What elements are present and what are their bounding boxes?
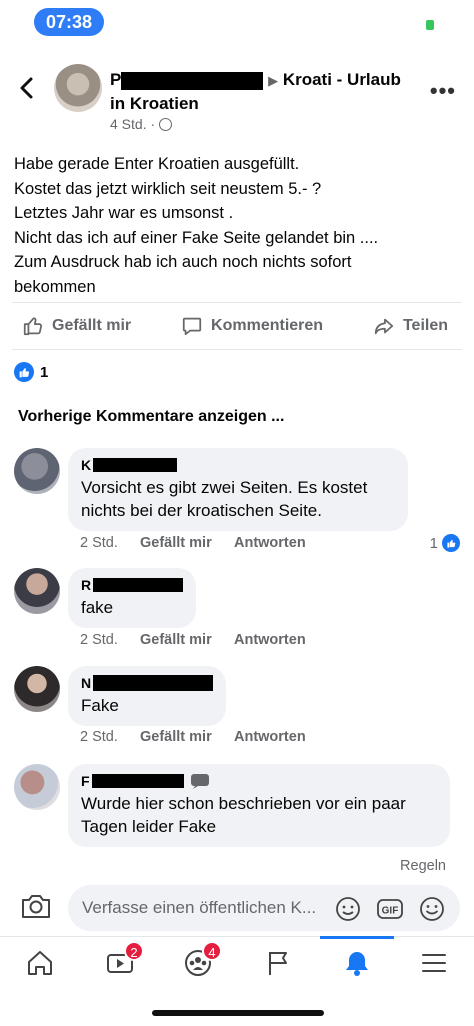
share-label: Teilen bbox=[402, 317, 448, 334]
comment: N Fake 2 Std. Gefällt mir Antworten bbox=[0, 666, 474, 746]
comment: F Wurde hier schon beschrieben vor ein p… bbox=[0, 764, 474, 847]
battery-icon bbox=[426, 20, 434, 30]
comment-bubble: K Vorsicht es gibt zwei Seiten. Es koste… bbox=[68, 448, 408, 531]
post-meta: 4 Std. · bbox=[110, 116, 173, 132]
comment-text: Wurde hier schon beschrieben vor ein paa… bbox=[81, 794, 406, 836]
comment-label: Kommentieren bbox=[211, 317, 324, 334]
emoji-icon[interactable] bbox=[418, 895, 446, 923]
share-button[interactable]: Teilen bbox=[373, 315, 448, 337]
redacted-name bbox=[91, 774, 184, 788]
post-time: 4 Std. · bbox=[110, 116, 156, 132]
redacted-name bbox=[93, 458, 178, 472]
commenter-name[interactable]: K bbox=[81, 456, 395, 474]
comment-time: 2 Std. bbox=[80, 632, 118, 648]
like-label: Gefällt mir bbox=[52, 317, 132, 334]
share-icon bbox=[374, 318, 394, 335]
comment: R fake 2 Std. Gefällt mir Antworten bbox=[0, 568, 474, 648]
redacted-name bbox=[93, 578, 183, 592]
globe-icon bbox=[159, 118, 173, 131]
like-reaction-icon bbox=[442, 534, 460, 552]
like-button[interactable]: Gefällt mir bbox=[22, 315, 131, 337]
commenter-avatar[interactable] bbox=[14, 764, 60, 810]
comment-reaction[interactable]: 1 bbox=[430, 534, 460, 552]
redacted-name bbox=[121, 71, 264, 90]
commenter-name[interactable]: F bbox=[81, 772, 437, 790]
svg-text:GIF: GIF bbox=[382, 906, 399, 917]
comment-reply-button[interactable]: Antworten bbox=[234, 632, 306, 648]
comment-bubble: F Wurde hier schon beschrieben vor ein p… bbox=[68, 764, 450, 847]
group-badge-icon bbox=[190, 774, 209, 789]
post-actions: Gefällt mir Kommentieren Teilen bbox=[12, 302, 462, 350]
comment-meta: 2 Std. Gefällt mir Antworten bbox=[80, 535, 306, 551]
comment-meta: 2 Std. Gefällt mir Antworten bbox=[80, 729, 306, 745]
comment-composer: Verfasse einen öffentlichen K... GIF bbox=[0, 882, 474, 934]
menu-icon bbox=[422, 954, 446, 972]
avatar-sticker-icon[interactable] bbox=[334, 895, 362, 923]
triangle-icon: ▶ bbox=[268, 73, 279, 88]
commenter-name[interactable]: R bbox=[81, 576, 183, 594]
status-time: 07:38 bbox=[34, 8, 104, 36]
author-avatar[interactable] bbox=[54, 64, 102, 112]
post-header: P ▶ Kroati - Urlaub in Kroatien 4 Std. ·… bbox=[0, 58, 474, 142]
gif-icon[interactable]: GIF bbox=[376, 895, 404, 923]
tab-notifications[interactable] bbox=[339, 945, 375, 981]
comment-text: Vorsicht es gibt zwei Seiten. Es kostet … bbox=[81, 478, 368, 520]
comment-meta: 2 Std. Gefällt mir Antworten bbox=[80, 632, 306, 648]
home-indicator bbox=[152, 1010, 324, 1016]
comment-time: 2 Std. bbox=[80, 535, 118, 551]
author-initial[interactable]: P bbox=[110, 70, 121, 89]
group-name-line2[interactable]: in Kroatien bbox=[110, 94, 199, 113]
commenter-avatar[interactable] bbox=[14, 568, 60, 614]
tab-groups[interactable]: 4 bbox=[180, 941, 222, 981]
like-reaction-icon bbox=[14, 362, 34, 382]
reaction-summary[interactable]: 1 bbox=[14, 362, 48, 382]
home-icon bbox=[28, 951, 52, 975]
previous-comments-link[interactable]: Vorherige Kommentare anzeigen ... bbox=[18, 408, 284, 426]
bottom-tab-bar: 2 4 bbox=[0, 936, 474, 990]
comment-input-placeholder: Verfasse einen öffentlichen K... bbox=[82, 898, 317, 917]
comment-text: fake bbox=[81, 598, 114, 617]
reaction-count: 1 bbox=[40, 363, 49, 381]
thumbs-up-icon bbox=[23, 317, 43, 336]
groups-badge: 4 bbox=[202, 941, 222, 961]
active-tab-indicator bbox=[320, 936, 394, 939]
tab-home[interactable] bbox=[22, 945, 58, 981]
tab-menu[interactable] bbox=[416, 945, 452, 981]
post-text: Habe gerade Enter Kroatien ausgefüllt. K… bbox=[14, 155, 379, 296]
comment-icon bbox=[182, 317, 202, 336]
flag-icon bbox=[269, 952, 287, 975]
comment-input[interactable]: Verfasse einen öffentlichen K... GIF bbox=[68, 885, 460, 931]
comment-like-button[interactable]: Gefällt mir bbox=[140, 729, 234, 745]
comment-like-button[interactable]: Gefällt mir bbox=[140, 535, 234, 551]
tab-pages[interactable] bbox=[260, 945, 296, 981]
video-badge: 2 bbox=[124, 941, 144, 961]
group-name[interactable]: Kroati - Urlaub bbox=[283, 70, 401, 89]
bell-icon bbox=[346, 952, 368, 976]
camera-icon[interactable] bbox=[20, 892, 52, 920]
tab-video[interactable]: 2 bbox=[102, 941, 144, 981]
comment-bubble: R fake bbox=[68, 568, 196, 628]
comment-reply-button[interactable]: Antworten bbox=[234, 535, 306, 551]
more-options-icon[interactable]: ••• bbox=[430, 78, 456, 104]
comment-reaction-count: 1 bbox=[429, 534, 438, 552]
comment-text: Fake bbox=[81, 696, 119, 715]
comment-like-button[interactable]: Gefällt mir bbox=[140, 632, 234, 648]
redacted-name bbox=[93, 675, 213, 691]
comment-button[interactable]: Kommentieren bbox=[181, 315, 323, 337]
status-bar: 07:38 bbox=[0, 0, 474, 44]
commenter-avatar[interactable] bbox=[14, 448, 60, 494]
post-title[interactable]: P ▶ Kroati - Urlaub in Kroatien bbox=[110, 68, 420, 115]
comment-bubble: N Fake bbox=[68, 666, 226, 726]
back-arrow-icon[interactable] bbox=[16, 76, 40, 100]
rules-link[interactable]: Regeln bbox=[400, 858, 446, 874]
commenter-avatar[interactable] bbox=[14, 666, 60, 712]
comment-reply-button[interactable]: Antworten bbox=[234, 729, 306, 745]
comment: K Vorsicht es gibt zwei Seiten. Es koste… bbox=[0, 448, 474, 558]
commenter-name[interactable]: N bbox=[81, 674, 213, 692]
comment-time: 2 Std. bbox=[80, 729, 118, 745]
